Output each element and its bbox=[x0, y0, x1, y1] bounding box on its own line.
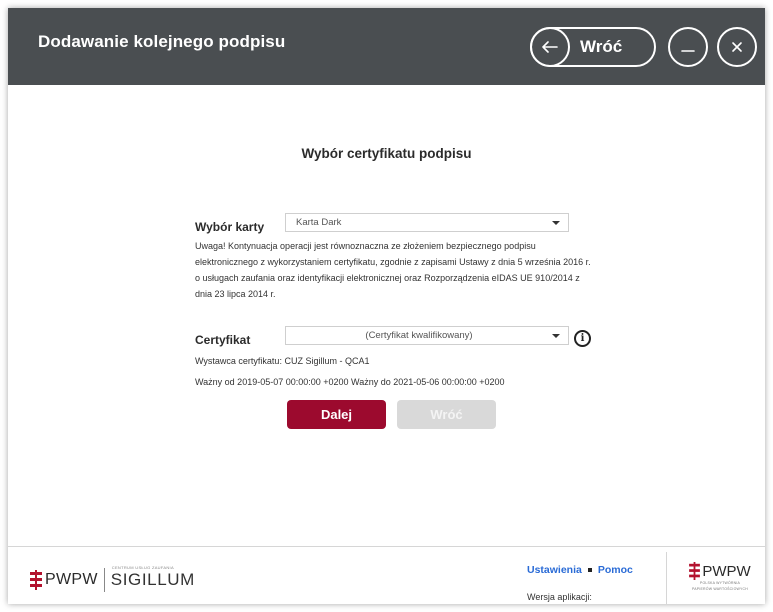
footer-separator bbox=[666, 552, 667, 604]
pwpw-sigillum-logo: PWPW CENTRUM USŁUG ZAUFANIA SIGILLUM bbox=[30, 565, 195, 592]
logo-left-brand: PWPW bbox=[45, 571, 98, 588]
back-button[interactable]: Wróć bbox=[530, 27, 656, 67]
footer-divider bbox=[8, 546, 765, 547]
caret-down-icon bbox=[552, 220, 560, 225]
settings-link[interactable]: Ustawienia bbox=[527, 564, 582, 576]
section-title: Wybór certyfikatu podpisu bbox=[301, 146, 472, 161]
next-button[interactable]: Dalej bbox=[287, 400, 386, 429]
logo-right-brand: PWPW bbox=[702, 562, 751, 580]
card-label: Wybór karty bbox=[195, 220, 265, 234]
app-version: Wersja aplikacji: bbox=[527, 592, 592, 602]
back-button-disabled[interactable]: Wróć bbox=[397, 400, 496, 429]
footer-links: Ustawienia Pomoc bbox=[527, 564, 633, 576]
logo-right-tagline-1: POLSKA WYTWÓRNIA bbox=[699, 581, 741, 585]
legal-notice: Uwaga! Kontynuacja operacji jest równozn… bbox=[195, 241, 591, 299]
close-button[interactable] bbox=[717, 27, 757, 67]
sigillum-subtitle: CENTRUM USŁUG ZAUFANIA bbox=[111, 565, 174, 570]
pwpw-logo: PWPW POLSKA WYTWÓRNIA PAPIERÓW WARTOŚCIO… bbox=[678, 562, 762, 592]
close-icon bbox=[732, 42, 742, 52]
help-link[interactable]: Pomoc bbox=[598, 564, 633, 576]
info-icon[interactable]: i bbox=[574, 330, 591, 347]
certificate-select[interactable]: (Certyfikat kwalifikowany) bbox=[285, 326, 569, 345]
pwpw-emblem-icon bbox=[689, 562, 701, 580]
logo-divider bbox=[103, 568, 105, 592]
logo-right-tagline-2: PAPIERÓW WARTOŚCIOWYCH bbox=[692, 587, 748, 591]
caret-down-icon bbox=[552, 333, 560, 338]
card-select[interactable]: Karta Dark bbox=[285, 213, 569, 232]
app-window: Dodawanie kolejnego podpisu Wróć Wybór c… bbox=[8, 8, 765, 604]
minimize-icon bbox=[681, 50, 695, 52]
sigillum-wordmark: CENTRUM USŁUG ZAUFANIA SIGILLUM bbox=[110, 565, 195, 590]
issuer-info: Wystawca certyfikatu: CUZ Sigillum - QCA… bbox=[195, 356, 370, 366]
sigillum-name: SIGILLUM bbox=[110, 570, 195, 589]
title-bar: Dodawanie kolejnego podpisu Wróć bbox=[8, 8, 765, 85]
pwpw-emblem-icon bbox=[30, 570, 42, 590]
back-button-label: Wróć bbox=[580, 37, 623, 56]
certificate-label: Certyfikat bbox=[195, 333, 251, 347]
page-title: Dodawanie kolejnego podpisu bbox=[38, 32, 286, 51]
validity-info: Ważny od 2019-05-07 00:00:00 +0200 Ważny… bbox=[195, 377, 505, 387]
arrow-left-icon bbox=[530, 27, 570, 67]
certificate-select-value: (Certyfikat kwalifikowany) bbox=[365, 330, 473, 341]
link-separator bbox=[587, 568, 592, 572]
minimize-button[interactable] bbox=[668, 27, 708, 67]
card-select-value: Karta Dark bbox=[296, 217, 342, 228]
